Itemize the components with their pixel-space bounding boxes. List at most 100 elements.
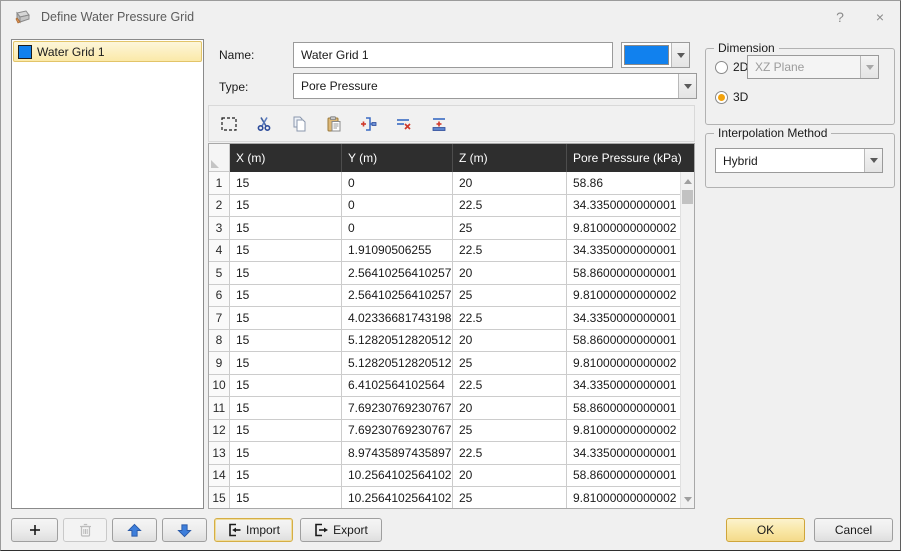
vertical-scrollbar[interactable]: [680, 172, 694, 508]
ok-button[interactable]: OK: [726, 518, 805, 542]
cell-pore-pressure[interactable]: 58.8600000000001: [567, 262, 680, 284]
type-dropdown-icon[interactable]: [678, 74, 696, 98]
cell-pore-pressure[interactable]: 9.81000000000002: [567, 487, 680, 508]
cell-x[interactable]: 15: [230, 442, 342, 464]
cell-z[interactable]: 20: [453, 329, 567, 351]
delete-row-icon[interactable]: [390, 110, 417, 137]
cell-x[interactable]: 15: [230, 239, 342, 261]
cancel-button[interactable]: Cancel: [814, 518, 893, 542]
cell-x[interactable]: 15: [230, 262, 342, 284]
table-row: 15 15 10.2564102564102 25 9.81000000000002: [209, 487, 680, 508]
cell-x[interactable]: 15: [230, 284, 342, 306]
cell-y[interactable]: 6.4102564102564: [342, 374, 453, 396]
cell-pore-pressure[interactable]: 58.86: [567, 172, 680, 194]
copy-icon[interactable]: [285, 110, 312, 137]
radio-3d[interactable]: 3D: [715, 90, 748, 104]
column-header-x[interactable]: X (m): [230, 144, 342, 172]
cell-y[interactable]: 0: [342, 194, 453, 216]
column-header-y[interactable]: Y (m): [342, 144, 453, 172]
insert-row-icon[interactable]: [355, 110, 382, 137]
cell-pore-pressure[interactable]: 9.81000000000002: [567, 285, 680, 307]
cell-y[interactable]: 4.02336681743198: [342, 307, 453, 329]
cell-z[interactable]: 25: [453, 487, 567, 508]
scrollbar-thumb[interactable]: [682, 190, 693, 204]
cell-z[interactable]: 22.5: [453, 442, 567, 464]
color-picker-dropdown-icon[interactable]: [671, 43, 689, 67]
list-item-water-grid[interactable]: Water Grid 1: [13, 41, 202, 62]
grid-color-picker[interactable]: [621, 42, 690, 68]
cell-z[interactable]: 22.5: [453, 194, 567, 216]
move-down-button[interactable]: [162, 518, 207, 542]
cell-x[interactable]: 15: [230, 419, 342, 441]
select-region-icon[interactable]: [215, 110, 242, 137]
interpolation-dropdown-icon[interactable]: [864, 149, 882, 172]
cell-y[interactable]: 10.2564102564102: [342, 487, 453, 508]
cell-x[interactable]: 15: [230, 464, 342, 486]
radio-2d-circle[interactable]: [715, 60, 728, 74]
cell-y[interactable]: 7.69230769230767: [342, 397, 453, 419]
cell-pore-pressure[interactable]: 58.8600000000001: [567, 330, 680, 352]
cell-pore-pressure[interactable]: 9.81000000000002: [567, 420, 680, 442]
cell-pore-pressure[interactable]: 34.3350000000001: [567, 240, 680, 262]
cell-x[interactable]: 15: [230, 397, 342, 419]
name-input[interactable]: Water Grid 1: [293, 42, 613, 68]
radio-3d-circle[interactable]: [715, 90, 728, 104]
cell-x[interactable]: 15: [230, 307, 342, 329]
cell-x[interactable]: 15: [230, 374, 342, 396]
cut-icon[interactable]: [250, 110, 277, 137]
cell-x[interactable]: 15: [230, 217, 342, 239]
cell-z[interactable]: 22.5: [453, 239, 567, 261]
radio-2d[interactable]: 2D: [715, 60, 748, 74]
cell-y[interactable]: 10.2564102564102: [342, 464, 453, 486]
cell-y[interactable]: 2.56410256410257: [342, 262, 453, 284]
cell-y[interactable]: 5.12820512820512: [342, 352, 453, 374]
cell-x[interactable]: 15: [230, 329, 342, 351]
cell-y[interactable]: 2.56410256410257: [342, 284, 453, 306]
cell-y[interactable]: 0: [342, 217, 453, 239]
add-grid-button[interactable]: [11, 518, 58, 542]
cell-x[interactable]: 15: [230, 352, 342, 374]
cell-pore-pressure[interactable]: 58.8600000000001: [567, 397, 680, 419]
export-button[interactable]: Export: [300, 518, 382, 542]
cell-z[interactable]: 20: [453, 464, 567, 486]
plane-select: XZ Plane: [747, 55, 879, 79]
cell-x[interactable]: 15: [230, 487, 342, 508]
cell-z[interactable]: 22.5: [453, 307, 567, 329]
cell-z[interactable]: 22.5: [453, 374, 567, 396]
cell-pore-pressure[interactable]: 58.8600000000001: [567, 465, 680, 487]
cell-pore-pressure[interactable]: 9.81000000000002: [567, 217, 680, 239]
cell-pore-pressure[interactable]: 34.3350000000001: [567, 307, 680, 329]
import-button[interactable]: Import: [214, 518, 293, 542]
cell-z[interactable]: 25: [453, 217, 567, 239]
cell-y[interactable]: 0: [342, 172, 453, 194]
cell-pore-pressure[interactable]: 9.81000000000002: [567, 352, 680, 374]
column-header-z[interactable]: Z (m): [453, 144, 567, 172]
cell-y[interactable]: 8.97435897435897: [342, 442, 453, 464]
cell-pore-pressure[interactable]: 34.3350000000001: [567, 442, 680, 464]
cell-y[interactable]: 1.91090506255: [342, 239, 453, 261]
help-button[interactable]: ?: [820, 3, 860, 31]
cell-z[interactable]: 20: [453, 397, 567, 419]
scroll-up-icon[interactable]: [681, 173, 694, 189]
cell-z[interactable]: 20: [453, 172, 567, 194]
cell-z[interactable]: 25: [453, 419, 567, 441]
interpolation-select[interactable]: Hybrid: [715, 148, 883, 173]
cell-z[interactable]: 25: [453, 352, 567, 374]
scroll-down-icon[interactable]: [681, 491, 694, 507]
close-button[interactable]: ×: [860, 3, 900, 31]
type-select[interactable]: Pore Pressure: [293, 73, 697, 99]
paste-icon[interactable]: [320, 110, 347, 137]
cell-x[interactable]: 15: [230, 172, 342, 194]
cell-pore-pressure[interactable]: 34.3350000000001: [567, 375, 680, 397]
column-header-pore-pressure[interactable]: Pore Pressure (kPa): [567, 144, 694, 172]
select-all-corner[interactable]: [209, 144, 230, 172]
water-grid-list[interactable]: Water Grid 1: [11, 39, 204, 509]
cell-y[interactable]: 7.69230769230767: [342, 419, 453, 441]
cell-y[interactable]: 5.12820512820512: [342, 329, 453, 351]
move-up-button[interactable]: [112, 518, 157, 542]
cell-x[interactable]: 15: [230, 194, 342, 216]
cell-z[interactable]: 25: [453, 284, 567, 306]
cell-z[interactable]: 20: [453, 262, 567, 284]
cell-pore-pressure[interactable]: 34.3350000000001: [567, 195, 680, 217]
append-row-icon[interactable]: [425, 110, 452, 137]
